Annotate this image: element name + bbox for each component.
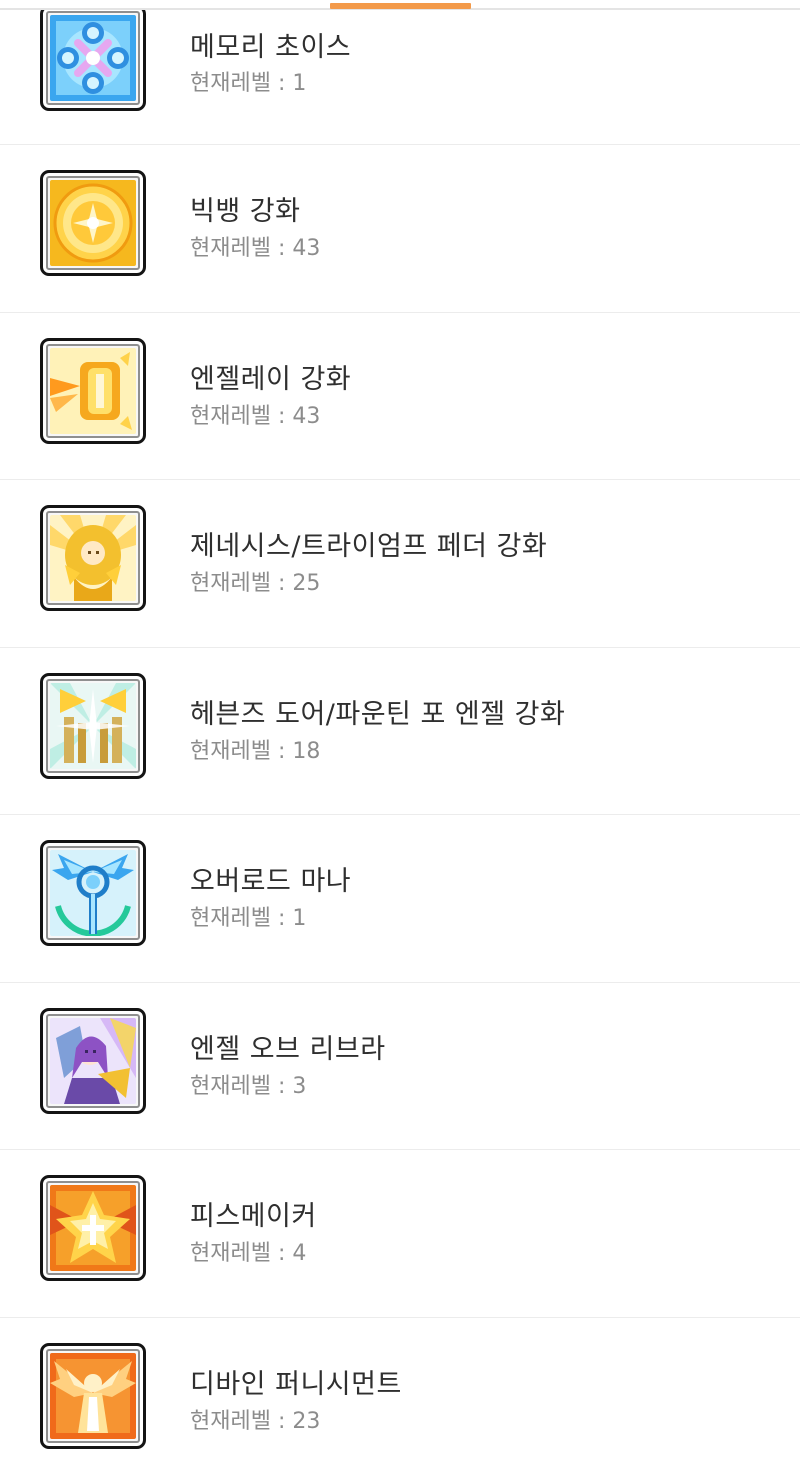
level-value: 43 [292, 403, 321, 429]
angel-of-libra-icon [40, 1007, 146, 1114]
level-value: 3 [292, 1073, 307, 1099]
skill-row[interactable]: 빅뱅 강화 현재레벨 : 43 [0, 145, 800, 313]
peacemaker-icon [40, 1175, 146, 1281]
level-value: 43 [292, 236, 321, 261]
current-level: 현재레벨 : 25 [190, 571, 321, 596]
skill-row[interactable]: 헤븐즈 도어/파운틴 포 엔젤 강화 현재레벨 : 18 [0, 648, 800, 815]
level-value: 23 [292, 1408, 321, 1434]
skill-name: 헤븐즈 도어/파운틴 포 엔젤 강화 [190, 698, 566, 730]
current-level: 현재레벨 : 23 [190, 1408, 321, 1434]
angel-ray-icon [40, 337, 146, 444]
skill-row[interactable]: 엔젤레이 강화 현재레벨 : 43 [0, 313, 800, 480]
skill-row[interactable]: 디바인 퍼니시먼트 현재레벨 : 23 [0, 1318, 800, 1464]
current-level: 현재레벨 : 1 [190, 71, 307, 96]
skill-name: 제네시스/트라이엄프 페더 강화 [190, 531, 548, 562]
skill-list: 메모리 초이스 현재레벨 : 1 빅뱅 강화 현재레벨 : 43 엔젤레이 강화… [0, 0, 800, 1464]
current-level: 현재레벨 : 43 [190, 403, 321, 429]
level-value: 25 [292, 571, 321, 596]
level-value: 4 [292, 1241, 307, 1266]
level-value: 18 [292, 738, 321, 764]
divine-punishment-icon [40, 1342, 146, 1449]
skill-name: 엔젤레이 강화 [190, 363, 352, 395]
memory-choice-icon [40, 5, 146, 111]
level-value: 1 [292, 906, 307, 931]
tab-bar [0, 0, 800, 10]
current-level: 현재레벨 : 1 [190, 906, 307, 931]
current-level: 현재레벨 : 3 [190, 1073, 307, 1099]
overload-mana-icon [40, 840, 146, 946]
current-level: 현재레벨 : 43 [190, 236, 321, 261]
skill-name: 디바인 퍼니시먼트 [190, 1368, 402, 1400]
skill-name: 피스메이커 [190, 1201, 317, 1232]
heavens-door-icon [40, 672, 146, 779]
skill-name: 메모리 초이스 [190, 32, 352, 63]
skill-row[interactable]: 메모리 초이스 현재레벨 : 1 [0, 0, 800, 145]
skill-row[interactable]: 오버로드 마나 현재레벨 : 1 [0, 815, 800, 983]
genesis-icon [40, 505, 146, 611]
big-bang-icon [40, 170, 146, 276]
skill-name: 오버로드 마나 [190, 866, 352, 897]
skill-row[interactable]: 엔젤 오브 리브라 현재레벨 : 3 [0, 983, 800, 1150]
current-level: 현재레벨 : 18 [190, 738, 321, 764]
active-tab-indicator [330, 3, 471, 9]
skill-name: 엔젤 오브 리브라 [190, 1033, 386, 1065]
skill-name: 빅뱅 강화 [190, 196, 301, 227]
current-level: 현재레벨 : 4 [190, 1241, 307, 1266]
skill-row[interactable]: 제네시스/트라이엄프 페더 강화 현재레벨 : 25 [0, 480, 800, 648]
level-value: 1 [292, 71, 307, 96]
skill-row[interactable]: 피스메이커 현재레벨 : 4 [0, 1150, 800, 1318]
